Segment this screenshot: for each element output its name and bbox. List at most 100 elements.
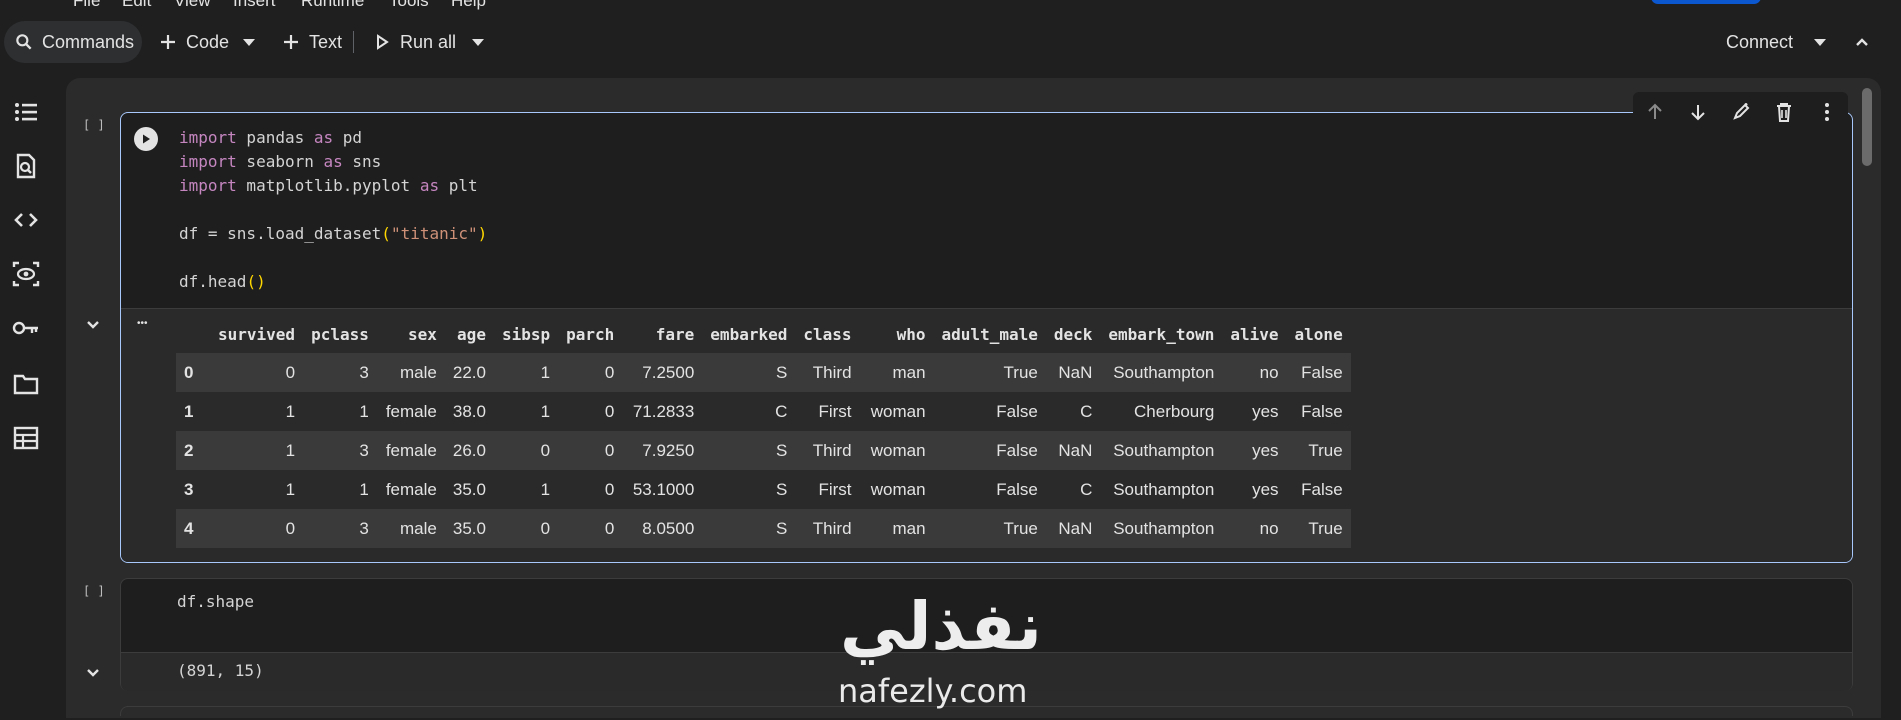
edit-pencil-icon[interactable]	[1727, 98, 1755, 126]
code-editor[interactable]: import pandas as pd import seaborn as sns…	[179, 126, 487, 294]
collapse-output-button[interactable]	[84, 316, 102, 334]
table-cell: 1	[540, 479, 551, 499]
table-cell: 1	[359, 479, 369, 499]
table-row: 4 0 3 male 35.0 0 0 8.0500 S Third man T…	[176, 509, 1351, 548]
watermark-logo: نفذلي	[840, 588, 1042, 665]
table-cell: 8.0500	[622, 509, 703, 548]
menu-view[interactable]: View	[174, 0, 211, 10]
scrollbar[interactable]	[1860, 86, 1874, 716]
column-header: sibsp	[501, 324, 551, 344]
scrollbar-thumb[interactable]	[1862, 88, 1872, 166]
chevron-down-icon	[472, 38, 484, 46]
table-cell: Third	[795, 353, 860, 392]
add-text-button[interactable]: Text	[279, 18, 342, 66]
collapse-output-button[interactable]	[84, 664, 102, 682]
column-header: survived	[218, 324, 296, 344]
table-cell: 7.2500	[622, 353, 703, 392]
table-cell: S	[702, 509, 796, 548]
menu-edit[interactable]: Edit	[122, 0, 151, 10]
table-cell: S	[702, 353, 796, 392]
run-all-label: Run all	[400, 31, 457, 52]
code-dropdown[interactable]	[243, 18, 255, 66]
table-row: 3 1 1 female 35.0 1 0 53.1000 S First wo…	[176, 470, 1351, 509]
table-row: 0 0 3 male 22.0 1 0 7.2500 S Third man T…	[176, 353, 1351, 392]
code-snippets-icon[interactable]	[10, 204, 42, 236]
move-down-icon[interactable]	[1684, 98, 1712, 126]
secrets-key-icon[interactable]	[10, 312, 42, 344]
collapse-toolbar-button[interactable]	[1850, 18, 1874, 66]
chevron-up-icon	[1850, 30, 1874, 54]
table-header-row: survived pclass sex age sibsp parch fare…	[176, 315, 1351, 353]
code-line: import pandas as pd	[179, 128, 363, 147]
chevron-down-icon	[87, 669, 99, 677]
commands-button[interactable]: Commands	[4, 21, 142, 63]
table-cell: female	[376, 431, 445, 470]
table-cell: yes	[1252, 479, 1279, 499]
variables-inspector-icon[interactable]	[10, 258, 42, 290]
plus-icon	[279, 30, 303, 54]
table-cell: 0	[493, 431, 559, 470]
menu-help[interactable]: Help	[451, 0, 486, 10]
column-header: sex	[407, 324, 437, 344]
connect-dropdown[interactable]	[1814, 18, 1826, 66]
table-cell: False	[996, 401, 1038, 421]
table-cell: 1	[540, 401, 551, 421]
table-cell: C	[775, 401, 788, 421]
add-code-button[interactable]: Code	[156, 18, 229, 66]
menu-bar: File Edit View Insert Runtime Tools Help	[0, 0, 1901, 10]
column-header: deck	[1053, 324, 1093, 344]
table-cell: 0	[558, 431, 623, 470]
run-cell-button[interactable]	[134, 127, 158, 151]
cell-toolbar	[1633, 92, 1848, 132]
menu-tools[interactable]: Tools	[389, 0, 429, 10]
table-cell: False	[1286, 353, 1351, 392]
menu-file[interactable]: File	[73, 0, 100, 10]
menu-insert[interactable]: Insert	[233, 0, 276, 10]
code-line: df.head()	[179, 272, 266, 291]
menu-runtime[interactable]: Runtime	[301, 0, 364, 10]
table-cell: False	[1301, 479, 1343, 499]
toolbar-divider	[353, 31, 354, 53]
table-cell: 0	[558, 509, 623, 548]
column-header: fare	[655, 324, 695, 344]
data-table-icon[interactable]	[10, 422, 42, 454]
column-header: alone	[1294, 324, 1343, 344]
connect-button[interactable]: Connect	[1726, 18, 1793, 66]
code-editor[interactable]: df.shape	[177, 592, 254, 611]
row-index: 1	[184, 401, 194, 421]
dataframe-table: survived pclass sex age sibsp parch fare…	[176, 315, 1351, 548]
play-icon	[370, 30, 394, 54]
move-up-icon[interactable]	[1641, 98, 1669, 126]
table-cell: Third	[795, 509, 860, 548]
table-cell: 1	[210, 431, 304, 470]
table-cell: False	[996, 479, 1038, 499]
watermark-url: nafezly.com	[838, 672, 1028, 710]
table-cell: Third	[795, 431, 860, 470]
run-all-dropdown[interactable]	[472, 18, 484, 66]
run-all-button[interactable]: Run all	[370, 18, 456, 66]
table-cell: 0	[210, 509, 304, 548]
column-header: adult_male	[941, 324, 1038, 344]
table-cell: Cherbourg	[1134, 401, 1215, 421]
table-of-contents-icon[interactable]	[10, 96, 42, 128]
table-cell: no	[1222, 509, 1287, 548]
delete-icon[interactable]	[1770, 98, 1798, 126]
table-cell: True	[1286, 509, 1351, 548]
table-cell: Southampton	[1100, 509, 1223, 548]
table-cell: True	[933, 353, 1046, 392]
table-cell: man	[859, 353, 934, 392]
table-cell: 0	[210, 353, 304, 392]
table-cell: 71.2833	[632, 401, 695, 421]
output-actions-button[interactable]: •••	[137, 318, 148, 329]
find-replace-icon[interactable]	[10, 150, 42, 182]
share-button[interactable]	[1651, 0, 1761, 4]
table-cell: male	[376, 353, 445, 392]
files-folder-icon[interactable]	[10, 368, 42, 400]
column-header	[176, 315, 210, 353]
cell-output-text: (891, 15)	[177, 661, 264, 680]
table-cell: Southampton	[1100, 353, 1223, 392]
column-header: embarked	[710, 324, 788, 344]
table-cell: yes	[1252, 401, 1279, 421]
commands-label: Commands	[42, 31, 135, 52]
more-vert-icon[interactable]	[1813, 98, 1841, 126]
